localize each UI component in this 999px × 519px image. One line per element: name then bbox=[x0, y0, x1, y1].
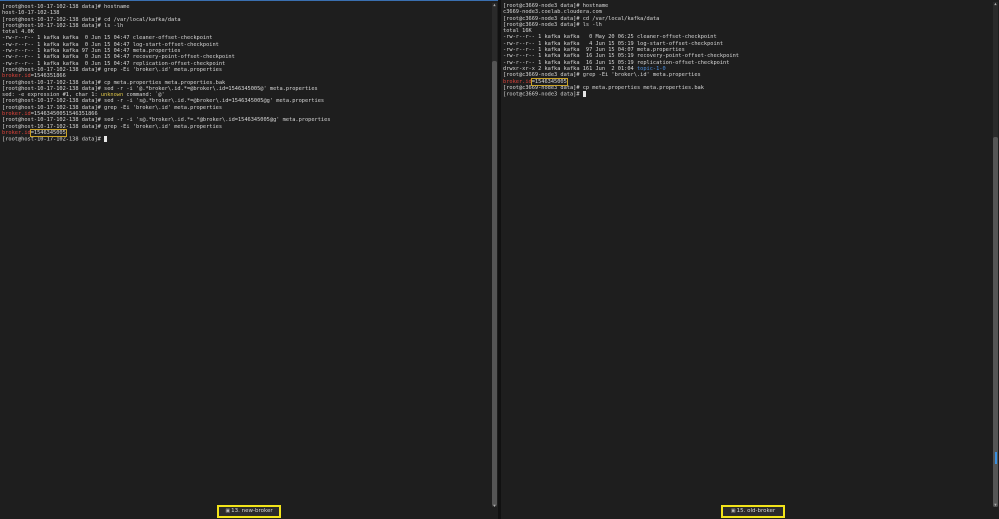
tab-new-broker[interactable]: ▣13. new-broker bbox=[217, 505, 281, 518]
right-tab-bar: ▣15. old-broker bbox=[501, 505, 999, 519]
terminal-text: unknown bbox=[100, 92, 124, 99]
terminal-text: [root@c3669-node3 data]# cp meta.propert… bbox=[503, 84, 704, 91]
terminal-text: broker.id bbox=[2, 111, 31, 118]
terminal-text: broker.id bbox=[2, 129, 31, 136]
terminal-text: =15463450051546351866 bbox=[30, 111, 98, 118]
left-tab-bar: ▣13. new-broker bbox=[0, 505, 498, 519]
terminal-text: host-10-17-102-138 bbox=[2, 10, 60, 17]
terminal-text: [root@host-10-17-102-138 data]# grep -Ei… bbox=[2, 123, 223, 130]
terminal-line: [root@c3669-node3 data]# bbox=[503, 91, 989, 98]
terminal-text: [root@host-10-17-102-138 data]# sed -r -… bbox=[2, 117, 331, 124]
terminal-text: command: `@' bbox=[123, 92, 165, 99]
terminal-text: total 16K bbox=[503, 28, 532, 35]
terminal-text: -rw-r--r-- 1 kafka kafka 0 Jun 15 04:47 … bbox=[2, 60, 226, 67]
terminal-text: drwxr-xr-x 2 kafka kafka 161 Jun 2 01:04 bbox=[503, 65, 637, 72]
left-scrollbar[interactable]: ▲ ▼ bbox=[492, 3, 497, 508]
scroll-position-marker bbox=[995, 452, 997, 464]
terminal-text: =1546351866 bbox=[30, 73, 66, 80]
terminal-text: [root@c3669-node3 data]# cd /var/local/k… bbox=[503, 15, 660, 22]
terminal-text: broker.id bbox=[503, 78, 532, 85]
terminal-text: [root@host-10-17-102-138 data]# cd /var/… bbox=[2, 16, 181, 23]
left-scroll-thumb[interactable] bbox=[492, 61, 497, 506]
terminal-text: -rw-r--r-- 1 kafka kafka 0 Jun 15 04:47 … bbox=[2, 41, 219, 48]
terminal-text: [root@host-10-17-102-138 data]# hostname bbox=[2, 4, 130, 10]
terminal-text: [root@host-10-17-102-138 data]# sed -r -… bbox=[2, 85, 318, 92]
cursor bbox=[582, 91, 586, 97]
terminal-text: =1546345005 bbox=[29, 128, 67, 137]
left-terminal-pane[interactable]: [root@host-10-17-102-138 data]# hostname… bbox=[0, 0, 498, 519]
scroll-up-arrow-icon[interactable]: ▲ bbox=[492, 3, 497, 7]
terminal-line: [root@host-10-17-102-138 data]# bbox=[2, 136, 488, 143]
right-terminal-pane[interactable]: [root@c3669-node3 data]# hostname c3669-n… bbox=[501, 0, 999, 519]
terminal-text: [root@c3669-node3 data]# bbox=[503, 91, 583, 98]
terminal-icon: ▣ bbox=[225, 508, 231, 514]
terminal-text: -rw-r--r-- 1 kafka kafka 16 Jun 15 05:19… bbox=[503, 59, 730, 66]
tab-label: 15. old-broker bbox=[736, 508, 776, 514]
terminal-text: -rw-r--r-- 1 kafka kafka 97 Jun 15 04:07… bbox=[503, 47, 685, 54]
tab-old-broker[interactable]: ▣15. old-broker bbox=[721, 505, 785, 518]
terminal-text: -rw-r--r-- 1 kafka kafka 4 Jun 15 05:19 … bbox=[503, 40, 724, 47]
terminal-text: sed: -e expression #1, char 1: bbox=[2, 92, 101, 99]
cursor bbox=[104, 136, 108, 142]
terminal-text: [root@c3669-node3 data]# grep -Ei 'broke… bbox=[503, 72, 701, 79]
terminal-text: [root@host-10-17-102-138 data]# cp meta.… bbox=[2, 79, 226, 86]
terminal-text: -rw-r--r-- 1 kafka kafka 16 Jun 15 05:19… bbox=[503, 53, 739, 60]
terminal-text: [root@host-10-17-102-138 data]# bbox=[2, 136, 105, 143]
terminal-text: total 4.0K bbox=[2, 29, 34, 36]
terminal-text: -rw-r--r-- 1 kafka kafka 0 Jun 15 04:47 … bbox=[2, 54, 235, 61]
tab-label: 13. new-broker bbox=[231, 508, 273, 514]
terminal-text: [root@host-10-17-102-138 data]# ls -lh bbox=[2, 22, 124, 29]
left-terminal-output[interactable]: [root@host-10-17-102-138 data]# hostname… bbox=[2, 4, 488, 143]
terminal-text: -rw-r--r-- 1 kafka kafka 0 Jun 15 04:47 … bbox=[2, 35, 213, 42]
right-scrollbar[interactable]: ▲ ▼ bbox=[993, 2, 998, 507]
terminal-text: [root@c3669-node3 data]# ls -lh bbox=[503, 21, 602, 28]
terminal-text: broker.id bbox=[2, 73, 31, 80]
terminal-text: -rw-r--r-- 1 kafka kafka 97 Jun 15 04:47… bbox=[2, 48, 181, 55]
terminal-text: -rw-r--r-- 1 kafka kafka 0 May 20 06:25 … bbox=[503, 34, 717, 41]
terminal-icon: ▣ bbox=[730, 508, 736, 514]
scroll-up-arrow-icon[interactable]: ▲ bbox=[993, 2, 998, 6]
terminal-text: [root@host-10-17-102-138 data]# grep -Ei… bbox=[2, 66, 223, 73]
terminal-text: =1546345005 bbox=[530, 77, 568, 86]
right-terminal-output[interactable]: [root@c3669-node3 data]# hostname c3669-n… bbox=[503, 3, 989, 98]
terminal-text: [root@c3669-node3 data]# hostname bbox=[503, 3, 609, 9]
terminal-text: c3669-node3.coelab.cloudera.com bbox=[503, 9, 602, 16]
terminal-text: topic-1-0 bbox=[636, 65, 666, 72]
terminal-text: [root@host-10-17-102-138 data]# sed -r -… bbox=[2, 98, 325, 105]
terminal-text: [root@host-10-17-102-138 data]# grep -Ei… bbox=[2, 104, 223, 111]
